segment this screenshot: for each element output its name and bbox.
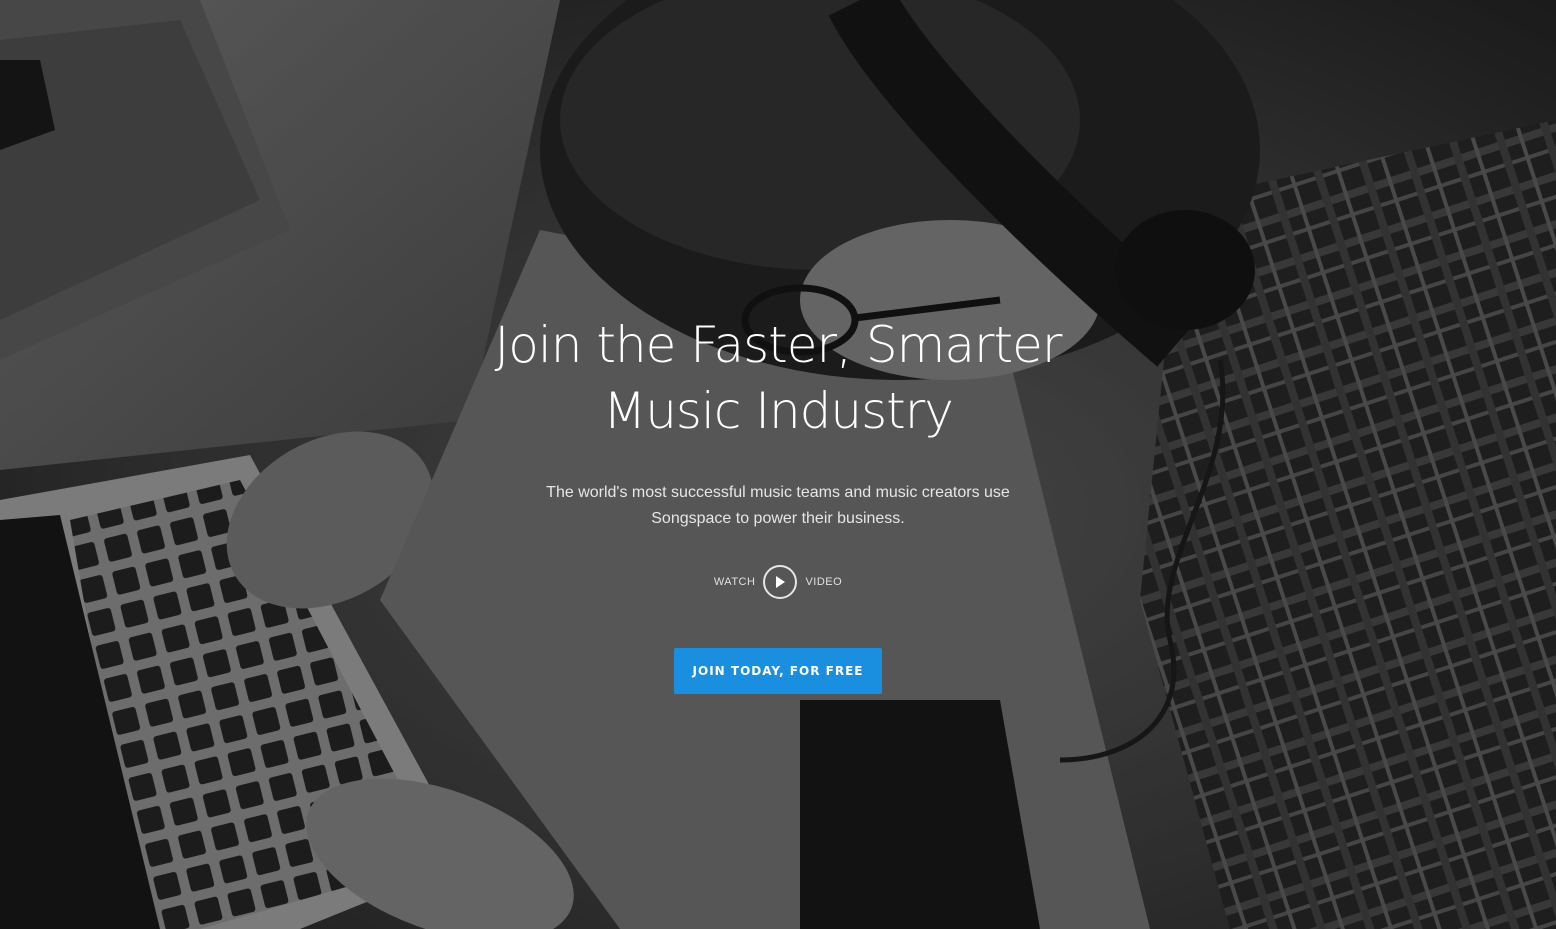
hero-headline: Join the Faster, Smarter Music Industry — [378, 312, 1178, 444]
headline-line-2: Music Industry — [603, 382, 954, 440]
watch-video-button[interactable]: WATCH VIDEO — [700, 562, 856, 602]
join-today-button[interactable]: JOIN TODAY, FOR FREE — [674, 648, 882, 694]
subheadline-line-2: Songspace to power their business. — [651, 510, 905, 527]
watch-label: WATCH — [713, 576, 756, 588]
hero-content: Join the Faster, Smarter Music Industry … — [0, 0, 1556, 929]
play-triangle-icon — [776, 576, 786, 588]
hero-section: Join the Faster, Smarter Music Industry … — [0, 0, 1556, 929]
subheadline-line-1: The world's most successful music teams … — [546, 484, 1010, 501]
hero-subheadline: The world's most successful music teams … — [478, 480, 1078, 532]
video-label: VIDEO — [805, 576, 843, 588]
headline-line-1: Join the Faster, Smarter — [494, 316, 1063, 374]
play-icon[interactable] — [763, 565, 798, 599]
